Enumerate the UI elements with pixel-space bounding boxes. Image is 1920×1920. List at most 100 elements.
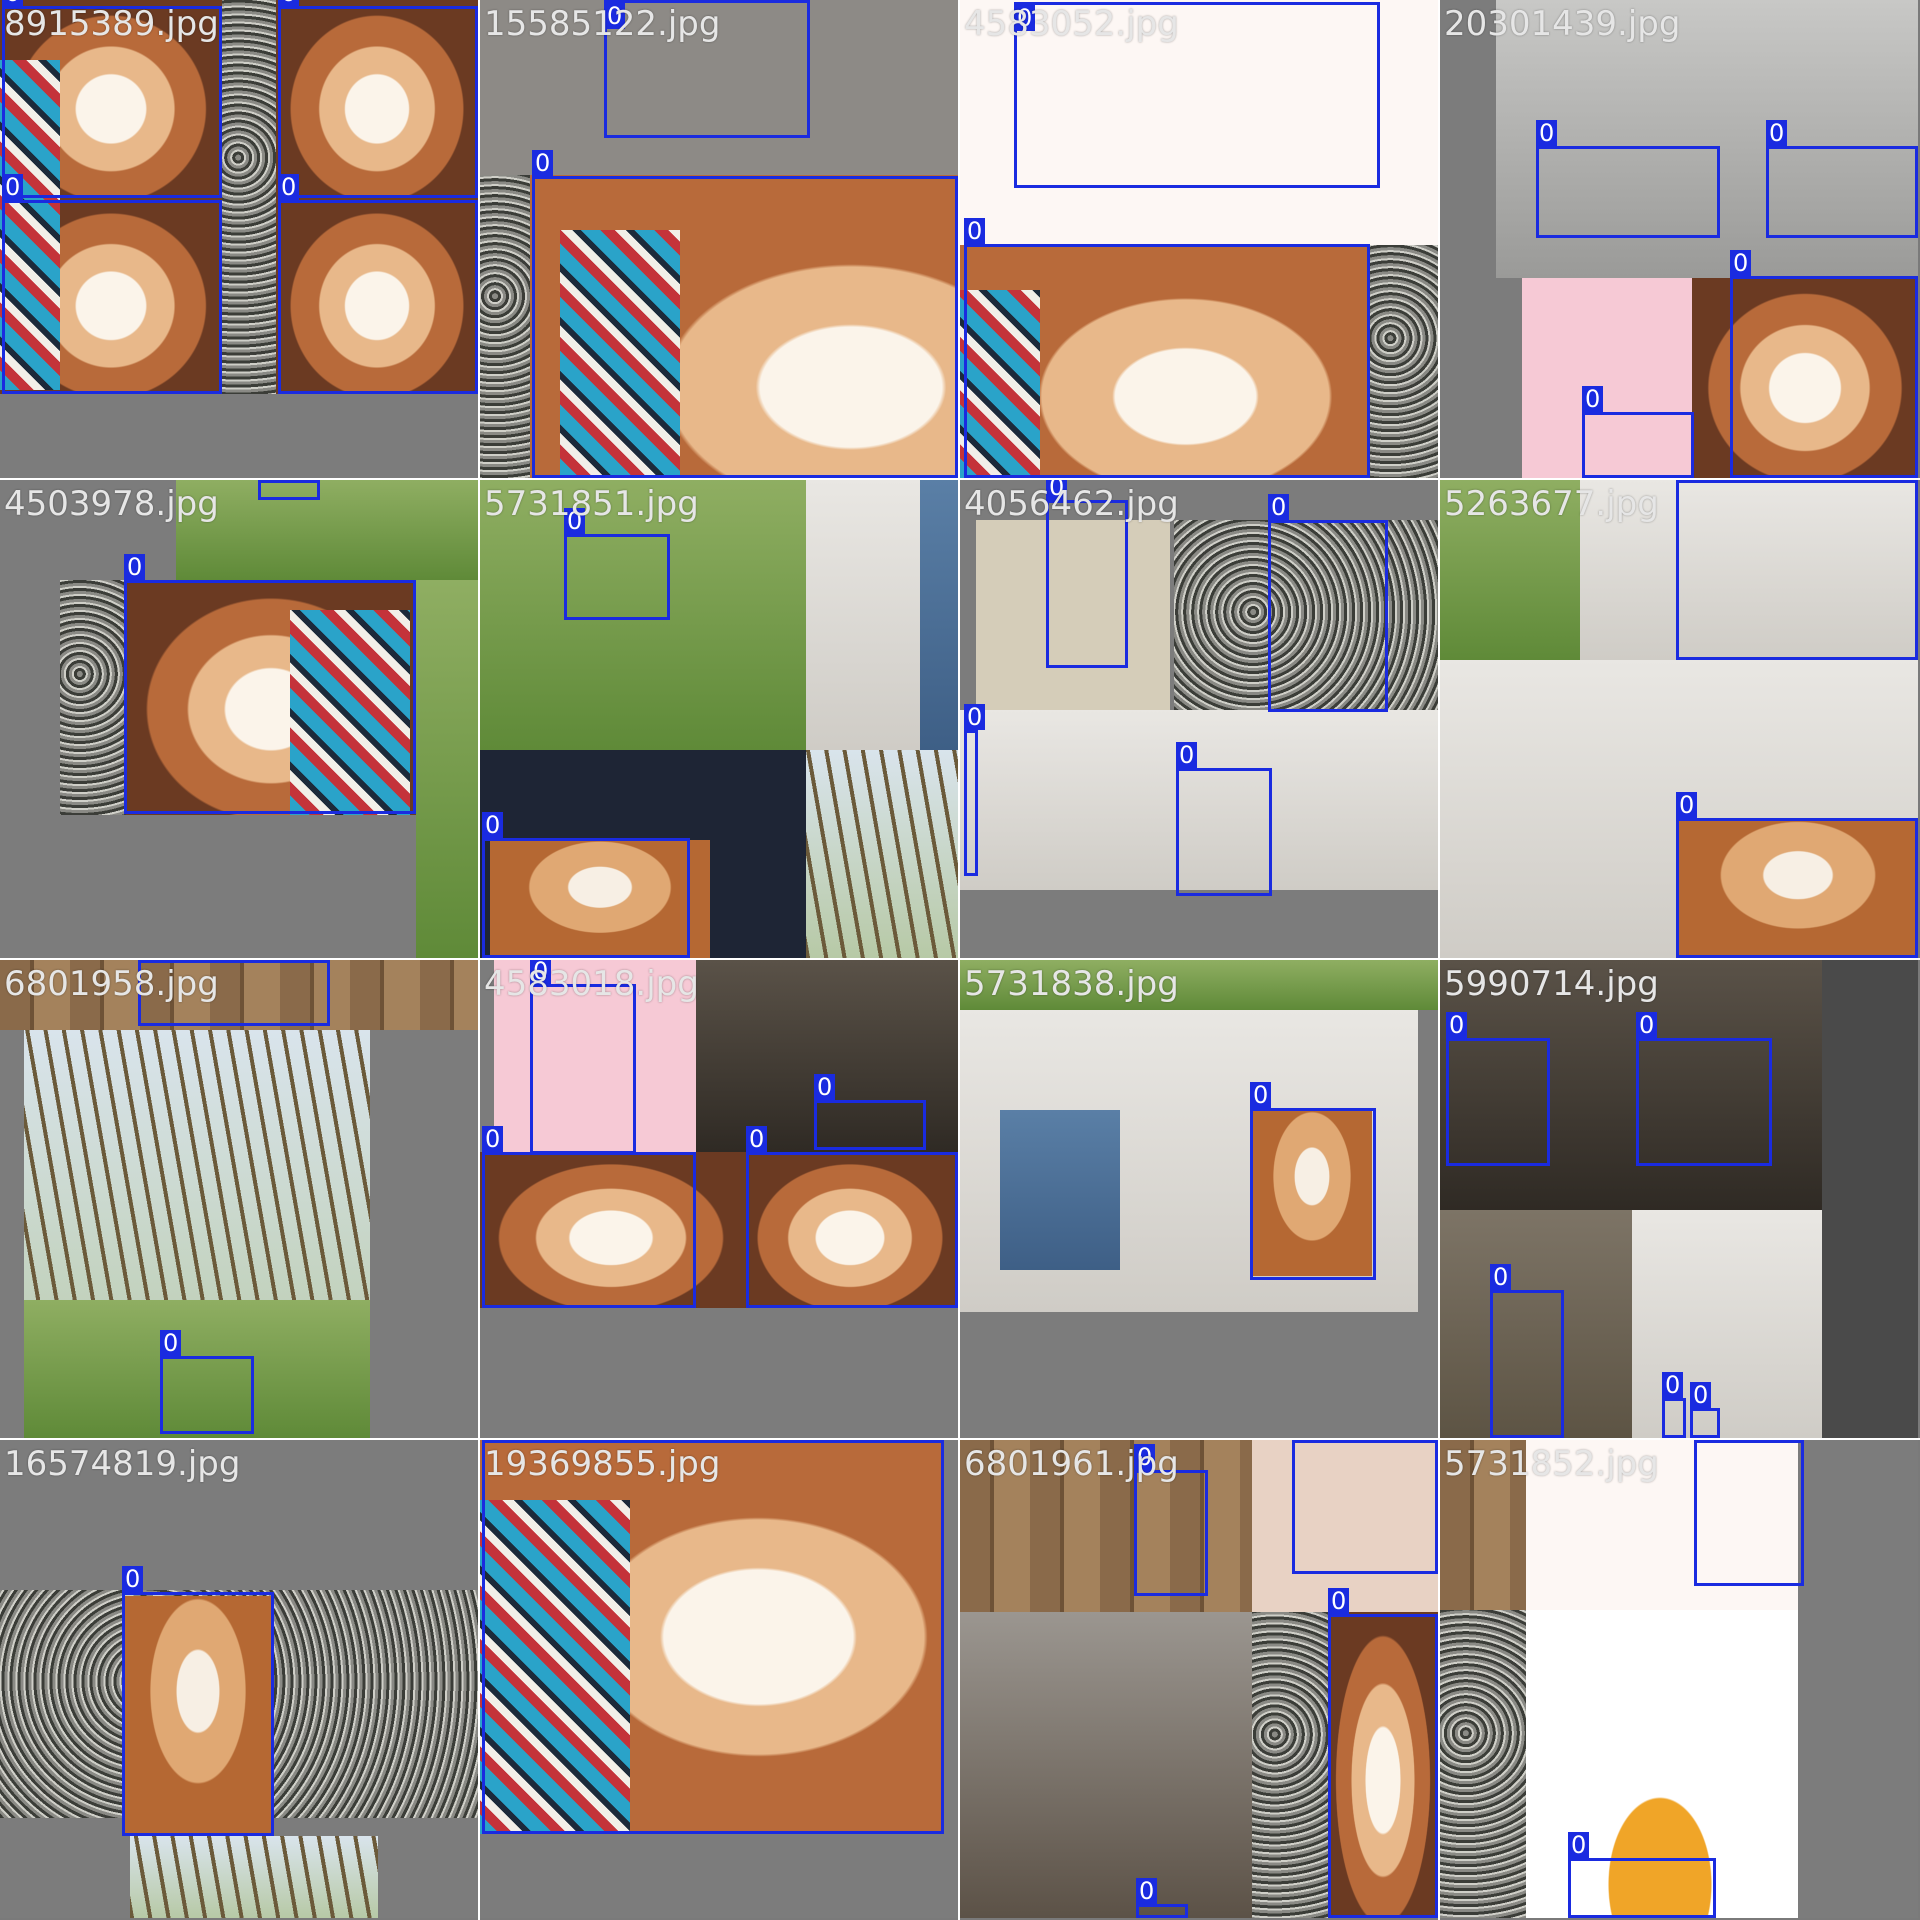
photo [1440, 1610, 1526, 1918]
mosaic-tile-12: 5990714.jpg 0 0 0 0 0 [1440, 960, 1918, 1438]
filename-label: 16574819.jpg [4, 1444, 241, 1484]
detection-box: 0 [1328, 1588, 1438, 1918]
mosaic-tile-5: 4503978.jpg 0 0 [0, 480, 478, 958]
mosaic-tile-16: 5731852.jpg 0 0 [1440, 1440, 1918, 1918]
photo [1632, 1210, 1822, 1438]
detection-box: 0 [278, 174, 478, 394]
detection-box: 0 [482, 812, 690, 958]
class-label: 0 [122, 1566, 144, 1592]
detection-box: 0 [530, 960, 636, 1154]
photo [1822, 960, 1918, 1438]
class-label: 0 [2, 174, 24, 200]
class-label: 0 [1676, 792, 1698, 818]
mosaic-tile-3: 4583052.jpg 0 0 [960, 0, 1438, 478]
filename-label: 5731852.jpg [1444, 1444, 1659, 1484]
class-label: 0 [814, 1074, 836, 1100]
detection-box: 0 [1176, 742, 1272, 896]
photo [176, 480, 478, 580]
detection-box: 0 [278, 0, 478, 198]
class-label: 0 [1662, 1372, 1684, 1398]
detection-box: 0 [1292, 1440, 1438, 1574]
class-label: 0 [1730, 250, 1752, 276]
detection-box: 0 [160, 1330, 254, 1434]
class-label: 0 [1328, 1588, 1350, 1614]
grid-divider [478, 0, 480, 1920]
mosaic-tile-4: 20301439.jpg 0 0 0 0 [1440, 0, 1918, 478]
class-label: 0 [1568, 1832, 1590, 1858]
detection-box: 0 [1046, 480, 1128, 668]
class-label: 0 [124, 554, 146, 580]
detection-box: 0 [1490, 1264, 1564, 1438]
class-label: 0 [964, 218, 986, 244]
class-label: 0 [1582, 386, 1604, 412]
photo [806, 750, 958, 958]
filename-label: 19369855.jpg [484, 1444, 721, 1484]
detection-box: 0 [564, 508, 670, 620]
filename-label: 5263677.jpg [1444, 484, 1659, 524]
photo [222, 0, 276, 394]
detection-box: 0 [1134, 1444, 1208, 1596]
class-label: 0 [532, 150, 554, 176]
class-label: 0 [1690, 1382, 1712, 1408]
detection-box: 0 [1568, 1832, 1716, 1918]
class-label: 0 [160, 1330, 182, 1356]
detection-box: 0 [1582, 386, 1694, 478]
class-label: 0 [1268, 494, 1290, 520]
class-label: 0 [1536, 120, 1558, 146]
detection-box: 0 [1536, 120, 1720, 238]
class-label: 0 [278, 174, 300, 200]
filename-label: 4503978.jpg [4, 484, 219, 524]
class-label: 0 [1136, 1878, 1158, 1904]
detection-box: 0 [964, 218, 1370, 478]
mosaic-tile-8: 5263677.jpg 0 0 [1440, 480, 1918, 958]
photo [60, 580, 126, 815]
detection-box: 0 [1690, 1382, 1720, 1438]
grid-divider [958, 0, 960, 1920]
photo [960, 1612, 1252, 1918]
grid-divider [0, 1438, 1920, 1440]
mosaic-tile-10: 4583018.jpg 0 0 0 0 [480, 960, 958, 1438]
detection-box: 0 [746, 1126, 958, 1308]
mosaic-tile-9: 6801958.jpg 0 0 [0, 960, 478, 1438]
filename-label: 4583018.jpg [484, 964, 699, 1004]
detection-box: 0 [1662, 1372, 1686, 1438]
class-label: 0 [1636, 1012, 1658, 1038]
photo [480, 175, 530, 478]
detection-box: 0 [1694, 1440, 1804, 1586]
class-label: 0 [482, 1126, 504, 1152]
class-label: 0 [1446, 1012, 1468, 1038]
mosaic-tile-1: 8915389.jpg 0 0 0 0 [0, 0, 478, 478]
detection-box: 0 [964, 704, 986, 876]
detection-box: 0 [1766, 120, 1918, 238]
detection-box: 0 [1250, 1082, 1376, 1280]
mosaic-tile-13: 16574819.jpg 0 [0, 1440, 478, 1918]
detection-box: 0 [122, 1566, 274, 1836]
photo [920, 480, 958, 750]
mosaic-tile-6: 5731851.jpg 0 0 [480, 480, 958, 958]
detection-box: 0 [1636, 1012, 1772, 1166]
class-label: 0 [746, 1126, 768, 1152]
class-label: 0 [482, 812, 504, 838]
detection-box: 0 [124, 554, 416, 814]
mosaic-tile-2: 15585122.jpg 0 0 [480, 0, 958, 478]
class-label: 0 [1176, 742, 1198, 768]
mosaic-tile-14: 19369855.jpg 0 [480, 1440, 958, 1918]
photo [130, 1836, 378, 1918]
mosaic-tile-15: 6801961.jpg 0 0 0 0 [960, 1440, 1438, 1918]
detection-box: 0 [2, 174, 222, 394]
detection-box: 0 [1136, 1878, 1188, 1918]
filename-label: 5731838.jpg [964, 964, 1179, 1004]
detection-box: 0 [1446, 1012, 1550, 1166]
class-label: 0 [1766, 120, 1788, 146]
filename-label: 4056462.jpg [964, 484, 1179, 524]
detection-box: 0 [482, 1440, 944, 1834]
detection-box: 0 [1676, 480, 1918, 660]
filename-label: 5731851.jpg [484, 484, 699, 524]
class-label: 0 [1490, 1264, 1512, 1290]
photo [1252, 1612, 1328, 1918]
mosaic-tile-7: 4056462.jpg 0 0 0 0 [960, 480, 1438, 958]
filename-label: 6801958.jpg [4, 964, 219, 1004]
class-label: 0 [964, 704, 986, 730]
grid-divider [0, 958, 1920, 960]
filename-label: 8915389.jpg [4, 4, 219, 44]
